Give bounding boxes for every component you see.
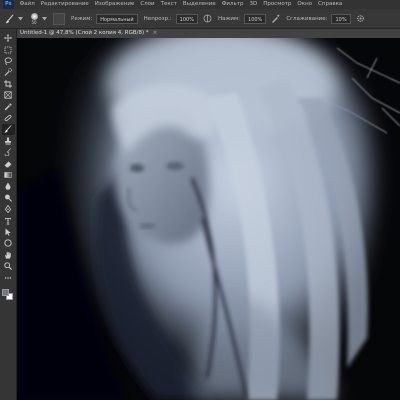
brush-settings-panel-icon[interactable] <box>53 12 65 25</box>
brush-tool-icon[interactable] <box>1 124 15 135</box>
chevron-down-icon[interactable] <box>41 14 47 24</box>
eyedropper-tool-icon[interactable] <box>2 101 15 112</box>
flow-label: Нажим: <box>217 15 241 22</box>
opacity-field[interactable]: 100% <box>175 13 198 24</box>
chevron-down-icon[interactable] <box>17 14 23 24</box>
menu-file[interactable]: Файл <box>20 0 35 9</box>
menu-help[interactable]: Справка <box>318 0 342 9</box>
healing-brush-tool-icon[interactable] <box>2 113 15 124</box>
eraser-tool-icon[interactable] <box>2 158 15 169</box>
tools-panel <box>0 29 17 400</box>
document-canvas[interactable] <box>17 38 400 400</box>
mode-select[interactable]: Нормальный <box>96 13 138 24</box>
quick-select-tool-icon[interactable] <box>2 67 15 78</box>
crop-tool-icon[interactable] <box>2 79 15 90</box>
smoothing-field[interactable]: 10% <box>331 13 351 24</box>
blur-tool-icon[interactable] <box>2 181 15 192</box>
smoothing-label: Сглаживание: <box>286 15 328 22</box>
mode-label: Режим: <box>71 15 93 22</box>
menu-bar: Ps Файл Редактирование Изображение Слои … <box>0 0 400 9</box>
pen-tool-icon[interactable] <box>2 204 15 215</box>
menu-select[interactable]: Выделение <box>183 0 216 9</box>
menu-edit[interactable]: Редактирование <box>41 0 89 9</box>
frame-tool-icon[interactable] <box>2 90 15 101</box>
brush-tip-icon <box>30 12 38 20</box>
document-title: Untitled-1 @ 47,8% (Слой 2 копия 4, RGB/… <box>20 30 149 36</box>
clone-stamp-tool-icon[interactable] <box>2 136 15 147</box>
opacity-label: Непрозр.: <box>143 15 172 22</box>
menu-layers[interactable]: Слои <box>140 0 154 9</box>
airbrush-icon[interactable] <box>271 14 280 23</box>
history-brush-tool-icon[interactable] <box>2 147 15 158</box>
options-bar: 50 Режим: Нормальный Непрозр.: 100% Нажи… <box>0 9 400 29</box>
type-tool-icon[interactable] <box>2 215 15 226</box>
artwork-image <box>17 38 400 400</box>
color-swatches <box>1 288 15 302</box>
close-icon[interactable]: × <box>153 30 158 36</box>
document-tab[interactable]: Untitled-1 @ 47,8% (Слой 2 копия 4, RGB/… <box>17 29 400 38</box>
path-selection-tool-icon[interactable] <box>2 227 15 238</box>
menu-type[interactable]: Текст <box>161 0 177 9</box>
rectangle-tool-icon[interactable] <box>2 238 15 249</box>
brush-tool-preset-icon[interactable] <box>3 12 17 26</box>
menu-filter[interactable]: Фильтр <box>222 0 244 9</box>
gear-icon[interactable] <box>356 14 365 23</box>
more-tools-icon[interactable] <box>2 272 15 283</box>
zoom-tool-icon[interactable] <box>2 261 15 272</box>
hand-tool-icon[interactable] <box>2 249 15 260</box>
gradient-tool-icon[interactable] <box>2 170 15 181</box>
photoshop-logo[interactable]: Ps <box>3 0 14 9</box>
pressure-opacity-icon[interactable] <box>203 14 212 23</box>
move-tool-icon[interactable] <box>2 33 15 44</box>
foreground-color-swatch[interactable] <box>2 288 9 296</box>
brush-picker[interactable]: 50 <box>27 12 41 26</box>
menu-3d[interactable]: 3D <box>249 0 257 9</box>
menu-window[interactable]: Окно <box>297 0 312 9</box>
dodge-tool-icon[interactable] <box>2 192 15 203</box>
menu-view[interactable]: Просмотр <box>263 0 291 9</box>
brush-size-value: 50 <box>31 19 37 25</box>
marquee-tool-icon[interactable] <box>2 44 15 55</box>
flow-field[interactable]: 100% <box>244 13 267 24</box>
lasso-tool-icon[interactable] <box>2 56 15 67</box>
menu-image[interactable]: Изображение <box>95 0 135 9</box>
